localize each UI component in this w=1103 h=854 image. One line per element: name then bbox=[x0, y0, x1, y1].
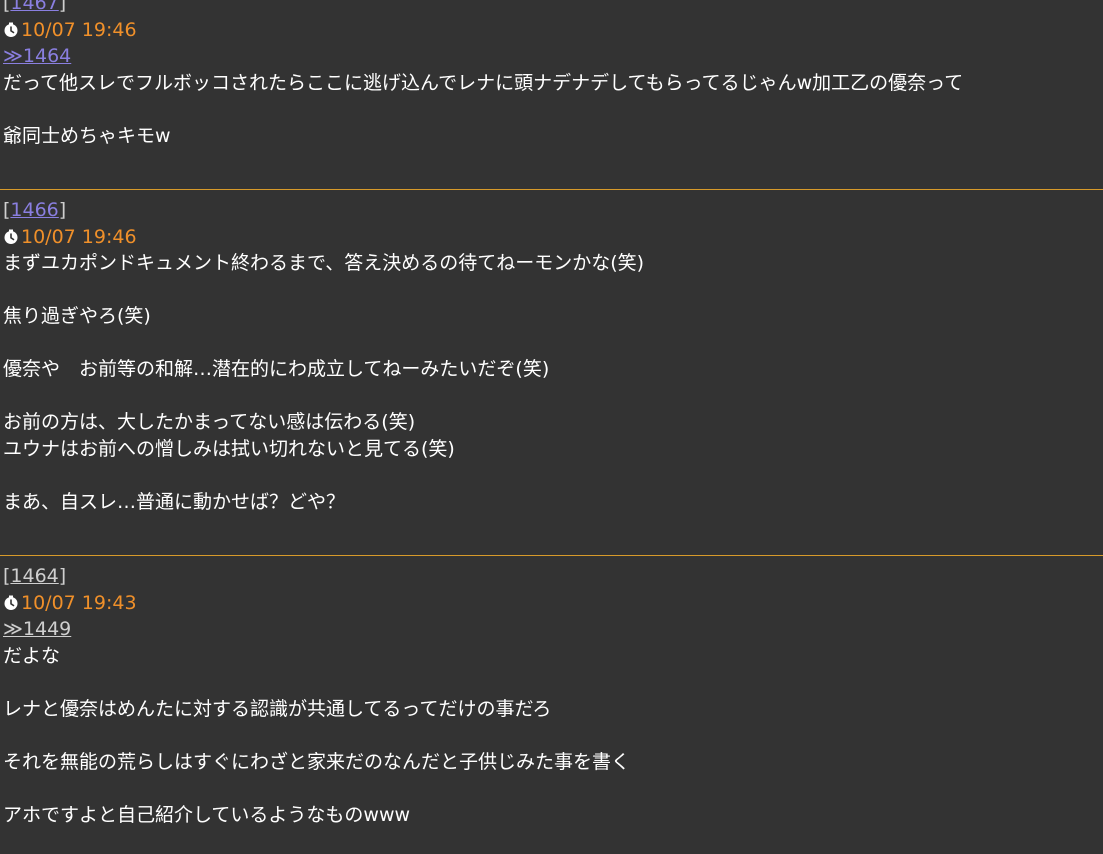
post-body-line bbox=[3, 722, 1103, 749]
clock-icon bbox=[3, 22, 19, 38]
post-body: だって他スレでフルボッコされたらここに逃げ込んでレナに頭ナデナデしてもらってるじ… bbox=[3, 70, 1103, 150]
post-body-line bbox=[3, 669, 1103, 696]
post-timestamp: 10/07 19:46 bbox=[21, 225, 137, 248]
post-body-line: 焦り過ぎやろ(笑) bbox=[3, 305, 151, 327]
post-body-line: ユウナはお前への憎しみは拭い切れないと見てる(笑) bbox=[3, 437, 455, 460]
post: [1467] 10/07 19:46 ≫1464 だって他スレでフルボッコされたらここ… bbox=[0, 0, 1103, 149]
post-timestamp: 10/07 19:43 bbox=[21, 591, 137, 614]
post-body-line bbox=[3, 775, 1103, 802]
post-body-line: 優奈や お前等の和解…潜在的にわ成立してねーみたいだぞ(笑) bbox=[3, 358, 550, 380]
post-timestamp-line: 10/07 19:46 bbox=[3, 224, 1103, 251]
post-body-line bbox=[3, 462, 1103, 489]
post-divider bbox=[0, 189, 1103, 190]
post-number-link[interactable]: 1466 bbox=[10, 199, 58, 221]
post-body: だよなレナと優奈はめんたに対する認識が共通してるってだけの事だろそれを無能の荒ら… bbox=[3, 643, 1103, 829]
clock-icon bbox=[3, 229, 19, 245]
post-body: まずユカポンドキュメント終わるまで、答え決めるの待てねーモンかな(笑) 焦り過ぎや… bbox=[3, 250, 1103, 515]
reply-anchor-link[interactable]: ≫1449 bbox=[3, 616, 1103, 643]
post-number-line: [1464] bbox=[3, 563, 1103, 590]
post-body-line: レナと優奈はめんたに対する認識が共通してるってだけの事だろ bbox=[3, 697, 552, 720]
post-timestamp-line: 10/07 19:43 bbox=[3, 590, 1103, 617]
post-number-line: [1466] bbox=[3, 197, 1103, 224]
clock-icon bbox=[3, 595, 19, 611]
post-body-line: だって他スレでフルボッコされたらここに逃げ込んでレナに頭ナデナデしてもらってるじ… bbox=[3, 71, 964, 94]
post-body-line: まあ、自スレ…普通に動かせば？どや？ bbox=[3, 490, 346, 513]
post: [1466] 10/07 19:46 まずユカポンドキュメント終わるまで、答え決める… bbox=[0, 197, 1103, 515]
post-body-line: アホですよと自己紹介しているようなものwww bbox=[3, 803, 411, 826]
post-body-line bbox=[3, 383, 1103, 410]
reply-anchor-link[interactable]: ≫1464 bbox=[3, 43, 1103, 70]
post-number-line: [1467] bbox=[3, 0, 1103, 17]
bracket-close: ] bbox=[58, 199, 67, 221]
post-body-line: 爺同士めちゃキモw bbox=[3, 124, 171, 147]
post-body-line bbox=[3, 277, 1103, 304]
post-body-line: だよな bbox=[3, 644, 61, 667]
bracket-close: ] bbox=[58, 565, 67, 587]
post-body-line: お前の方は、大したかまってない感は伝わる(笑) bbox=[3, 411, 416, 433]
post-divider bbox=[0, 555, 1103, 556]
post-body-line: まずユカポンドキュメント終わるまで、答え決めるの待てねーモンかな(笑) bbox=[3, 252, 645, 274]
post-body-line bbox=[3, 330, 1103, 357]
post: [1464] 10/07 19:43 ≫1449 だよなレナと優奈はめんたに対する認識… bbox=[0, 563, 1103, 828]
bracket-close: ] bbox=[58, 0, 67, 14]
post-timestamp-line: 10/07 19:46 bbox=[3, 17, 1103, 44]
post-timestamp: 10/07 19:46 bbox=[21, 18, 137, 41]
post-body-line bbox=[3, 96, 1103, 123]
post-body-line: それを無能の荒らしはすぐにわざと家来だのなんだと子供じみた事を書く bbox=[3, 750, 631, 773]
post-number-link[interactable]: 1464 bbox=[10, 565, 58, 587]
post-number-link[interactable]: 1467 bbox=[10, 0, 58, 14]
